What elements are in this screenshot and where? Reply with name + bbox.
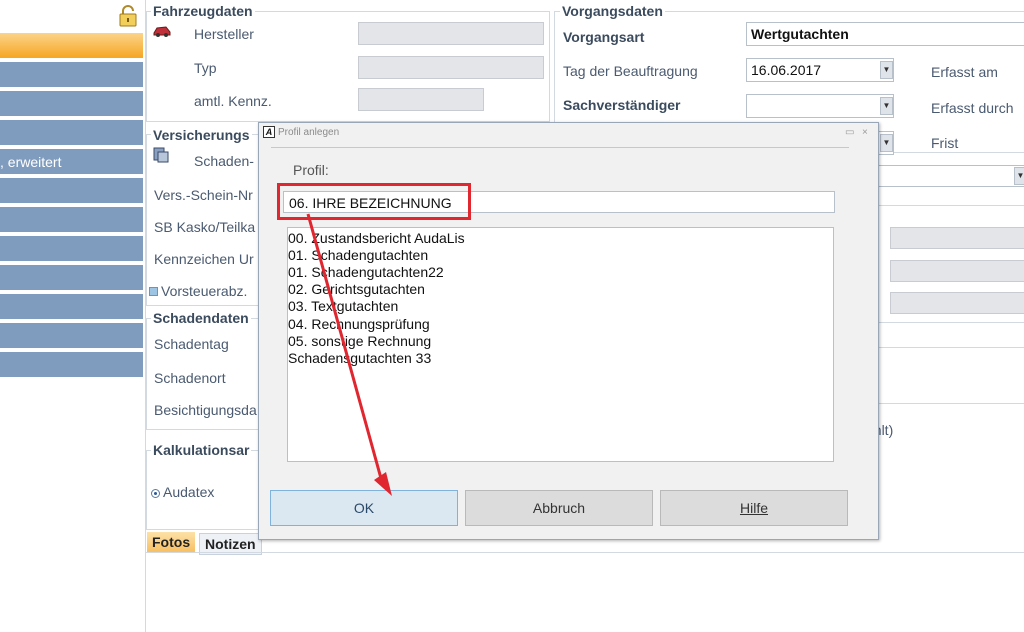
close-icon[interactable]: × (862, 123, 868, 142)
besichtigung-label: Besichtigungsda (154, 402, 257, 418)
typ-field[interactable] (358, 56, 544, 79)
audatex-label: Audatex (163, 484, 215, 500)
erfasst-durch-label: Erfasst durch (931, 100, 1014, 116)
right-field-2[interactable] (890, 260, 1024, 282)
schadenort-label: Schadenort (154, 370, 226, 386)
right-field-1[interactable] (890, 227, 1024, 249)
divider (878, 205, 1024, 206)
right-field-3[interactable] (890, 292, 1024, 314)
sidebar-item[interactable] (0, 265, 143, 292)
fahrzeugdaten-title: Fahrzeugdaten (151, 3, 255, 19)
sidebar-item[interactable] (0, 352, 143, 379)
sb-kasko-label: SB Kasko/Teilka (154, 219, 256, 235)
dialog-top-line (271, 147, 849, 148)
right-select[interactable] (870, 165, 1024, 187)
tab-divider (146, 552, 1024, 553)
sidebar-item[interactable] (0, 178, 143, 205)
schadentag-label: Schadentag (154, 336, 229, 352)
hilfe-button[interactable]: Hilfe (660, 490, 848, 526)
divider (878, 403, 1024, 404)
sidebar-item[interactable] (0, 120, 143, 147)
hersteller-label: Hersteller (194, 26, 254, 42)
abbruch-button[interactable]: Abbruch (465, 490, 653, 526)
schadendaten-title: Schadendaten (151, 310, 251, 326)
schaden-label: Schaden- (194, 153, 254, 169)
vorsteuer-label: Vorsteuerabz. (161, 283, 248, 299)
sidebar-item[interactable] (0, 91, 143, 118)
hersteller-field[interactable] (358, 22, 544, 45)
sachverstaendiger-select[interactable] (746, 94, 894, 118)
divider (878, 347, 1024, 348)
kennzeichen-field[interactable] (358, 88, 484, 111)
sidebar-item-erweitert[interactable]: , erweitert (0, 149, 143, 176)
beauftragung-label: Tag der Beauftragung (563, 63, 698, 79)
sidebar-item-active[interactable] (0, 33, 143, 60)
beauftragung-date-field[interactable]: 16.06.2017 (746, 58, 894, 82)
tab-fotos[interactable]: Fotos (147, 532, 196, 552)
frist-label: Frist (931, 135, 959, 151)
chevron-down-icon[interactable]: ▼ (880, 61, 893, 79)
chevron-down-icon[interactable]: ▼ (880, 97, 893, 115)
app-icon: A (263, 126, 275, 138)
chevron-down-icon[interactable]: ▼ (1014, 167, 1024, 185)
insurance-icon (153, 147, 169, 163)
profil-label: Profil: (293, 162, 329, 178)
audatex-radio[interactable] (151, 489, 160, 498)
chevron-down-icon[interactable]: ▼ (880, 134, 893, 152)
sachverstaendiger-label: Sachverständiger (563, 97, 681, 113)
sidebar: , erweitert (0, 0, 143, 632)
dialog-titlebar: A Profil anlegen ▭ × (259, 123, 878, 142)
vorgangsart-field[interactable]: Wertgutachten (746, 22, 1024, 46)
divider (878, 322, 1024, 323)
annotation-arrow (306, 213, 392, 496)
sidebar-item[interactable] (0, 62, 143, 89)
sidebar-item[interactable] (0, 294, 143, 321)
erfasst-am-label: Erfasst am (931, 64, 998, 80)
minimize-icon[interactable]: ▭ (845, 123, 854, 142)
sidebar-item[interactable] (0, 323, 143, 350)
vers-schein-label: Vers.-Schein-Nr (154, 187, 253, 203)
lock-icon[interactable] (118, 5, 138, 27)
kennzeichen-ur-label: Kennzeichen Ur (154, 251, 254, 267)
versicherung-title: Versicherungs (151, 127, 252, 143)
vorsteuer-checkbox[interactable] (149, 287, 158, 296)
sidebar-item[interactable] (0, 236, 143, 263)
vorgangsdaten-title: Vorgangsdaten (560, 3, 665, 19)
radio-dot (154, 492, 157, 495)
car-icon (153, 26, 171, 37)
kalkulation-title: Kalkulationsar (151, 442, 252, 458)
vorgangsart-label: Vorgangsart (563, 29, 645, 45)
typ-label: Typ (194, 60, 217, 76)
kennzeichen-label: amtl. Kennz. (194, 93, 272, 109)
sidebar-item[interactable] (0, 207, 143, 234)
dialog-title: Profil anlegen (278, 127, 340, 138)
